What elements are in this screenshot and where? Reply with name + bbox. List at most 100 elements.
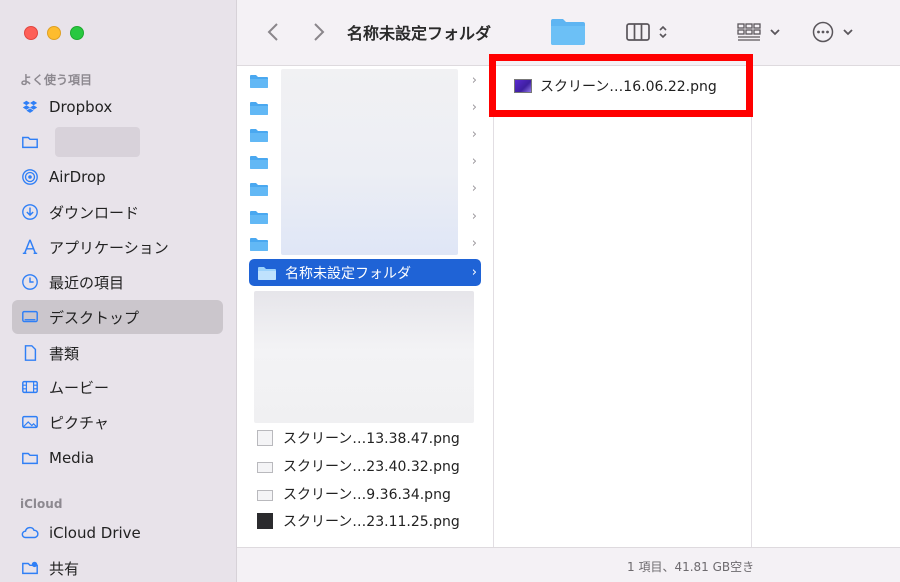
window-controls xyxy=(24,26,84,40)
sidebar-item-label: ムービー xyxy=(49,378,110,397)
finder-window: よく使う項目 Dropbox AirDrop ダウンロード アプリケーション 最… xyxy=(0,0,900,582)
chevron-right-icon: › xyxy=(471,209,477,224)
columns-view-icon xyxy=(626,23,650,41)
photo-icon xyxy=(20,412,40,432)
applications-icon xyxy=(20,237,40,257)
file-row[interactable]: スクリーン…23.11.25.png xyxy=(257,509,460,533)
folder-icon xyxy=(250,128,268,142)
image-file-icon xyxy=(257,430,273,446)
shared-folder-icon xyxy=(20,558,40,578)
view-columns-button[interactable] xyxy=(621,18,673,46)
folder-icon xyxy=(20,132,40,152)
sidebar-item-movies[interactable]: ムービー xyxy=(12,370,223,404)
folder-icon xyxy=(250,210,268,224)
sidebar-item-label: Media xyxy=(49,449,95,467)
folder-icon xyxy=(250,182,268,196)
file-label: スクリーン…23.11.25.png xyxy=(283,514,460,530)
icloud-header: iCloud xyxy=(20,497,63,511)
sidebar-item-recents[interactable]: 最近の項目 xyxy=(12,265,223,299)
file-label: スクリーン…23.40.32.png xyxy=(283,459,460,475)
chevron-right-icon: › xyxy=(471,181,477,196)
chevron-updown-icon xyxy=(659,25,667,39)
clock-icon xyxy=(20,272,40,292)
folder-row[interactable]: › xyxy=(249,230,481,257)
redacted-file-previews xyxy=(254,291,474,423)
folder-row[interactable]: › xyxy=(249,148,481,175)
sidebar-item-shared[interactable]: 共有 xyxy=(12,551,223,582)
folder-icon xyxy=(20,448,40,468)
cloud-icon xyxy=(20,523,40,543)
folder-row[interactable]: › xyxy=(249,175,481,202)
chevron-right-icon: › xyxy=(471,73,477,88)
chevron-left-icon xyxy=(267,23,278,41)
selected-folder-row[interactable]: 名称未設定フォルダ › xyxy=(249,259,481,286)
sidebar-item-icloud-drive[interactable]: iCloud Drive xyxy=(12,516,223,550)
sidebar-item-label: アプリケーション xyxy=(49,238,169,257)
chevron-right-icon: › xyxy=(471,154,477,169)
file-row[interactable]: スクリーン…9.36.34.png xyxy=(257,482,451,506)
chevron-right-icon: › xyxy=(471,236,477,251)
sidebar-item-dropbox[interactable]: Dropbox xyxy=(12,90,223,124)
file-row[interactable]: スクリーン…23.40.32.png xyxy=(257,454,460,478)
document-icon xyxy=(20,343,40,363)
folder-icon xyxy=(250,74,268,88)
sidebar-item-label: iCloud Drive xyxy=(49,524,141,542)
file-row[interactable]: スクリーン…13.38.47.png xyxy=(257,426,460,450)
folder-icon xyxy=(250,101,268,115)
more-actions-button[interactable] xyxy=(809,18,857,46)
folder-icon xyxy=(250,155,268,169)
image-file-icon xyxy=(257,513,273,529)
sidebar-item-label: AirDrop xyxy=(49,168,106,186)
forward-button[interactable] xyxy=(309,18,329,46)
sidebar-item-label: ダウンロード xyxy=(49,203,140,222)
back-button[interactable] xyxy=(263,18,283,46)
folder-row[interactable]: › xyxy=(249,94,481,121)
download-icon xyxy=(20,202,40,222)
chevron-down-icon xyxy=(770,29,780,36)
column-1: › › › › › › › 名称未設定フォルダ › スクリーン…13.38.47… xyxy=(237,67,494,547)
folder-proxy-icon[interactable] xyxy=(549,16,587,46)
sidebar-item-pictures[interactable]: ピクチャ xyxy=(12,405,223,439)
sidebar-item-media[interactable]: Media xyxy=(12,441,223,475)
highlight-box xyxy=(489,54,753,117)
chevron-right-icon: › xyxy=(471,127,477,142)
folder-label: 名称未設定フォルダ xyxy=(285,265,411,282)
desktop-icon xyxy=(20,307,40,327)
folder-icon xyxy=(250,237,268,251)
minimize-button[interactable] xyxy=(47,26,61,40)
sidebar-item-folder[interactable] xyxy=(12,125,223,159)
sidebar-item-airdrop[interactable]: AirDrop xyxy=(12,160,223,194)
redacted-folder-name xyxy=(55,127,140,157)
chevron-right-icon: › xyxy=(471,100,477,115)
status-text: 1 項目、41.81 GB空き xyxy=(627,560,755,574)
group-button[interactable] xyxy=(735,18,783,46)
airdrop-icon xyxy=(20,167,40,187)
folder-row[interactable]: › xyxy=(249,203,481,230)
ellipsis-circle-icon xyxy=(812,21,834,43)
sidebar-item-label: 書類 xyxy=(49,344,80,363)
sidebar-item-documents[interactable]: 書類 xyxy=(12,336,223,370)
film-icon xyxy=(20,377,40,397)
sidebar-item-applications[interactable]: アプリケーション xyxy=(12,230,223,264)
sidebar-item-desktop[interactable]: デスクトップ xyxy=(12,300,223,334)
sidebar-item-label: ピクチャ xyxy=(49,413,109,432)
folder-row[interactable]: › xyxy=(249,121,481,148)
folder-icon xyxy=(258,266,276,280)
image-file-icon xyxy=(257,461,273,473)
file-label: スクリーン…13.38.47.png xyxy=(283,431,460,447)
chevron-right-icon: › xyxy=(471,265,477,280)
close-button[interactable] xyxy=(24,26,38,40)
sidebar-item-downloads[interactable]: ダウンロード xyxy=(12,195,223,229)
file-label: スクリーン…9.36.34.png xyxy=(283,487,451,503)
column-2 xyxy=(494,67,752,547)
status-bar: 1 項目、41.81 GB空き xyxy=(237,547,900,582)
folder-row[interactable]: › xyxy=(249,67,481,94)
column-3 xyxy=(752,67,900,547)
sidebar-item-label: 共有 xyxy=(49,559,80,578)
grid-icon xyxy=(737,23,761,41)
window-title: 名称未設定フォルダ xyxy=(347,24,492,43)
sidebar: よく使う項目 Dropbox AirDrop ダウンロード アプリケーション 最… xyxy=(0,0,237,582)
image-file-icon xyxy=(257,489,273,501)
zoom-button[interactable] xyxy=(70,26,84,40)
chevron-right-icon xyxy=(314,23,325,41)
